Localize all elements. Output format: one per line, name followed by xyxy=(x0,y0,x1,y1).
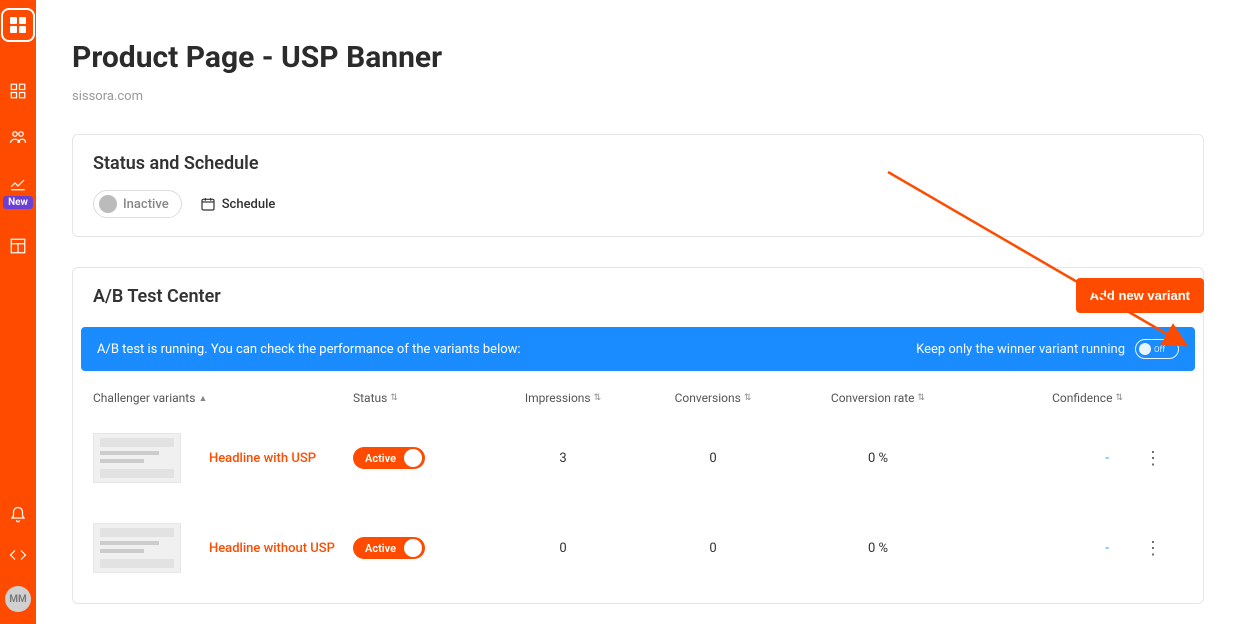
col-rate[interactable]: Conversion rate ⇅ xyxy=(793,391,963,405)
variant-thumbnail[interactable] xyxy=(93,523,181,573)
nav-people-icon[interactable] xyxy=(9,128,27,146)
page-title: Product Page - USP Banner xyxy=(72,40,1204,75)
cell-confidence: - xyxy=(963,541,1123,556)
table-row: Headline with USP Active 3 0 0 % - ⋮ xyxy=(73,413,1203,503)
cell-conversions: 0 xyxy=(633,451,793,466)
sidebar: New MM xyxy=(0,0,36,624)
row-actions-menu[interactable]: ⋮ xyxy=(1123,538,1183,559)
banner-message: A/B test is running. You can check the p… xyxy=(97,342,521,357)
winner-toggle[interactable]: Off xyxy=(1135,339,1179,359)
ab-running-banner: A/B test is running. You can check the p… xyxy=(81,327,1195,371)
main-content: Product Page - USP Banner sissora.com St… xyxy=(36,0,1240,624)
code-icon[interactable] xyxy=(9,546,27,564)
toggle-knob xyxy=(1139,343,1151,355)
status-pill-inactive[interactable]: Inactive xyxy=(93,190,182,218)
cell-conversions: 0 xyxy=(633,541,793,556)
cell-rate: 0 % xyxy=(793,451,963,466)
variant-thumbnail[interactable] xyxy=(93,433,181,483)
status-card: Status and Schedule Inactive Schedule xyxy=(72,134,1204,237)
col-confidence[interactable]: Confidence ⇅ xyxy=(963,391,1123,405)
col-variants[interactable]: Challenger variants ▲ xyxy=(93,391,353,405)
status-card-title: Status and Schedule xyxy=(93,153,1183,174)
nav-dashboard-icon[interactable] xyxy=(9,82,27,100)
app-logo[interactable] xyxy=(1,8,35,42)
status-toggle-label: Active xyxy=(365,452,396,465)
col-conversions[interactable]: Conversions ⇅ xyxy=(633,391,793,405)
new-badge: New xyxy=(3,196,33,209)
calendar-icon xyxy=(200,196,216,212)
toggle-knob xyxy=(404,539,422,557)
schedule-label: Schedule xyxy=(222,197,276,212)
status-toggle[interactable]: Active xyxy=(353,447,425,469)
schedule-button[interactable]: Schedule xyxy=(200,196,276,212)
page-subtitle: sissora.com xyxy=(72,89,1204,104)
winner-toggle-state: Off xyxy=(1154,345,1165,354)
status-dot xyxy=(99,195,117,213)
variant-name[interactable]: Headline with USP xyxy=(209,451,316,466)
nav-analytics-icon[interactable] xyxy=(9,174,27,192)
cell-rate: 0 % xyxy=(793,541,963,556)
ab-test-card: A/B Test Center A/B test is running. You… xyxy=(72,267,1204,604)
table-row: Headline without USP Active 0 0 0 % - ⋮ xyxy=(73,503,1203,593)
nav-layout-icon[interactable] xyxy=(9,237,27,255)
cell-impressions: 0 xyxy=(493,541,633,556)
cell-confidence: - xyxy=(963,451,1123,466)
status-toggle[interactable]: Active xyxy=(353,537,425,559)
row-actions-menu[interactable]: ⋮ xyxy=(1123,448,1183,469)
col-impressions[interactable]: Impressions ⇅ xyxy=(493,391,633,405)
variants-table-header: Challenger variants ▲ Status ⇅ Impressio… xyxy=(73,371,1203,413)
ab-test-title: A/B Test Center xyxy=(93,286,221,307)
cell-impressions: 3 xyxy=(493,451,633,466)
avatar[interactable]: MM xyxy=(5,586,31,612)
notifications-icon[interactable] xyxy=(9,506,27,524)
status-pill-label: Inactive xyxy=(123,197,169,212)
add-variant-button[interactable]: Add new variant xyxy=(1076,278,1204,313)
status-toggle-label: Active xyxy=(365,542,396,555)
col-status[interactable]: Status ⇅ xyxy=(353,391,493,405)
toggle-knob xyxy=(404,449,422,467)
variant-name[interactable]: Headline without USP xyxy=(209,541,335,556)
winner-label: Keep only the winner variant running xyxy=(916,342,1125,357)
